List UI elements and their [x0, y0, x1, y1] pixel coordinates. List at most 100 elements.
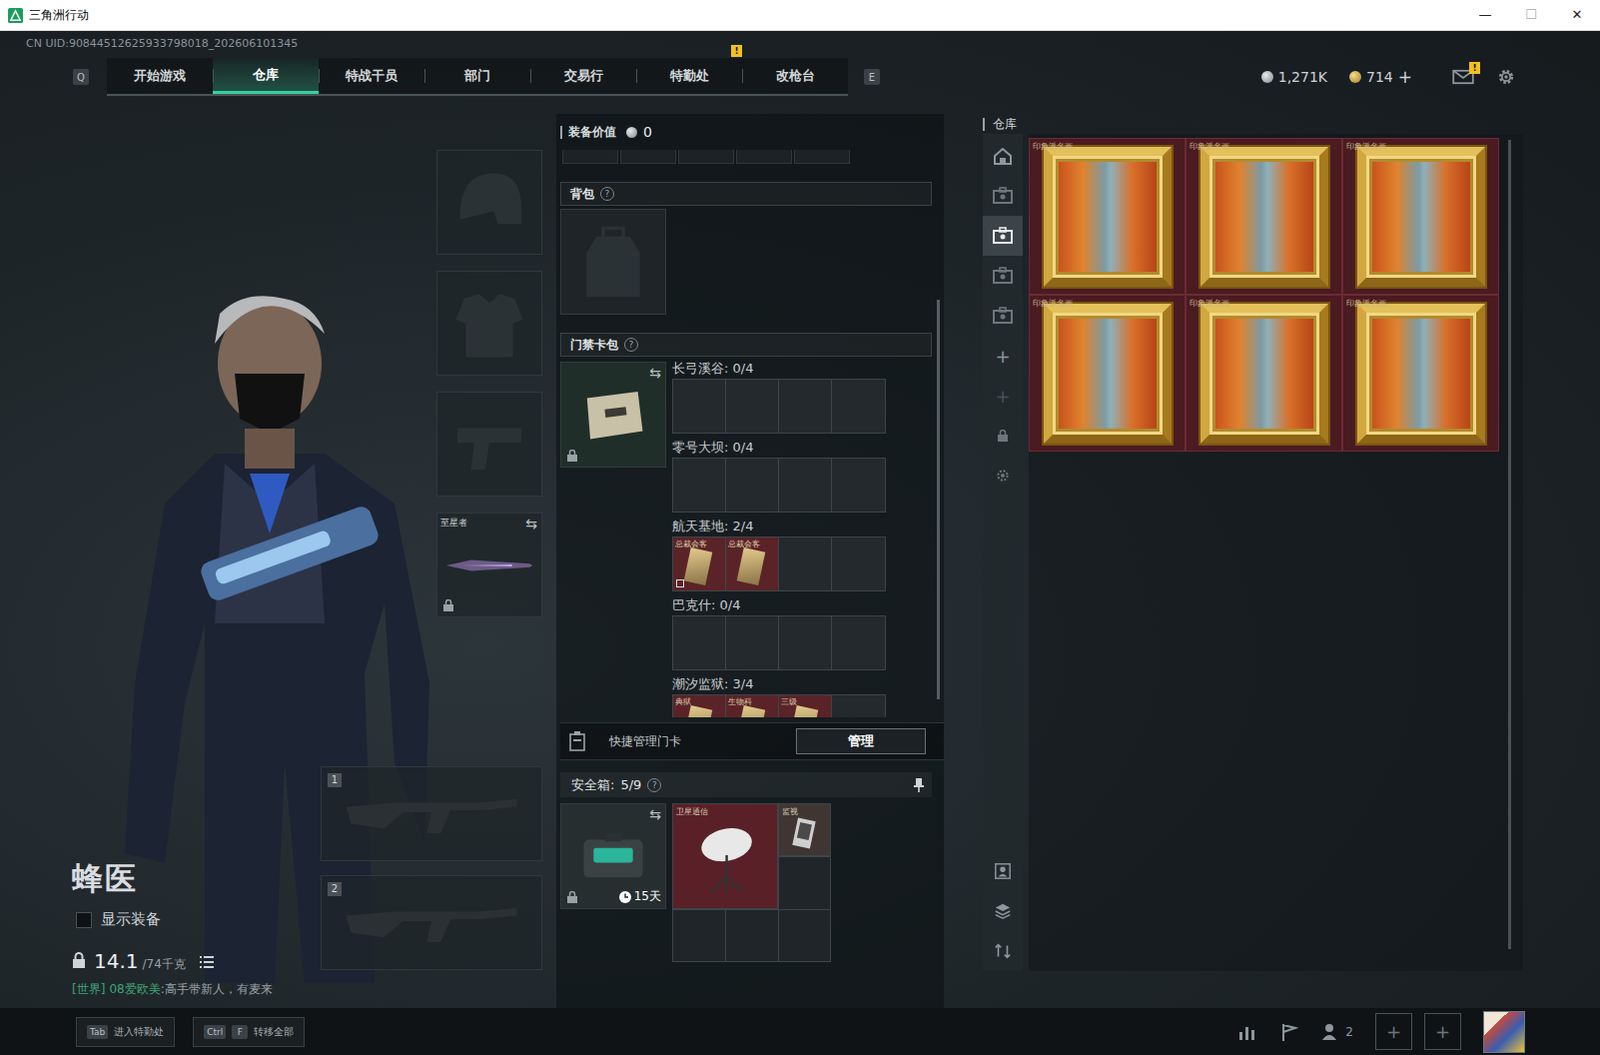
weapon-slots: 12 — [320, 766, 543, 970]
painting-image — [1372, 161, 1471, 272]
warehouse-tab[interactable] — [982, 175, 1023, 216]
sort-tab[interactable] — [982, 930, 1023, 971]
card-cell[interactable] — [726, 379, 780, 433]
equipment-slot[interactable] — [436, 149, 543, 255]
shortcut-hint-button[interactable]: CtrlF转移全部 — [192, 1016, 305, 1047]
rig-slot[interactable] — [736, 149, 793, 164]
card-cell[interactable] — [779, 616, 832, 670]
warehouse-item[interactable]: 印象派名画 — [1185, 137, 1343, 295]
manage-button[interactable]: 管理 — [796, 728, 926, 755]
player-avatar[interactable] — [1483, 1010, 1526, 1053]
warehouse-tab[interactable] — [982, 255, 1023, 296]
warehouse-item[interactable]: 印象派名画 — [1342, 137, 1500, 295]
team-invite-slot[interactable]: + — [1424, 1012, 1462, 1050]
friends-icon — [1321, 1021, 1342, 1042]
lock-tab[interactable] — [982, 415, 1023, 456]
scrollbar-thumb[interactable] — [936, 299, 940, 700]
safe-box-item[interactable]: 监视 — [778, 802, 831, 856]
armor-icon — [447, 281, 532, 366]
equipment-slot[interactable] — [436, 391, 543, 497]
next-tab-key[interactable]: E — [863, 68, 880, 85]
main-tab[interactable]: 特勤处! — [636, 57, 743, 94]
main-tab[interactable]: 特战干员 — [318, 57, 425, 94]
warehouse-item[interactable]: 印象派名画 — [1028, 294, 1186, 452]
operator-area: 蜂医显示装备14.1/74千克[世界]08爱欧美:高手带新人，有麦来至星者⇆12 — [0, 113, 557, 1008]
safe-box-item[interactable]: 卫星通信 — [672, 802, 779, 909]
show-equipment-toggle[interactable]: 显示装备 — [71, 909, 321, 929]
card-cell[interactable] — [831, 537, 885, 591]
swap-icon[interactable]: ⇆ — [649, 805, 662, 822]
friends-button[interactable]: 2 — [1321, 1021, 1354, 1042]
main-tab[interactable]: 部门 — [424, 57, 531, 94]
scrollbar-thumb[interactable] — [1508, 139, 1512, 949]
card-cell[interactable] — [673, 458, 727, 512]
warehouse-item[interactable]: 印象派名画 — [1342, 294, 1500, 452]
swap-icon[interactable]: ⇆ — [649, 364, 662, 381]
backpack-slot[interactable] — [560, 208, 667, 315]
card-cell[interactable]: 生物科 — [726, 695, 780, 718]
mail-button[interactable]: ! — [1452, 68, 1475, 85]
window-control-button[interactable]: — — [1462, 0, 1509, 30]
add-tab-button[interactable]: + — [982, 335, 1023, 376]
card-cell[interactable] — [779, 379, 832, 433]
safe-box-slot[interactable]: ⇆15天 — [560, 802, 667, 909]
weapon-slot[interactable]: 1 — [320, 766, 543, 861]
card-manage-icon — [569, 731, 586, 752]
card-cell[interactable] — [831, 379, 885, 433]
settings-gear-icon[interactable] — [1496, 66, 1517, 87]
help-mark[interactable]: ? — [647, 778, 662, 793]
rig-slot[interactable] — [620, 149, 677, 164]
warehouse-settings-tab[interactable] — [982, 455, 1023, 496]
card-cell[interactable] — [831, 616, 885, 670]
sort-icon — [993, 941, 1012, 960]
rig-slot[interactable] — [678, 149, 735, 164]
swap-icon[interactable]: ⇆ — [525, 515, 538, 532]
main-tab[interactable]: 开始游戏 — [106, 57, 213, 94]
card-cell[interactable] — [831, 458, 885, 512]
flag-icon[interactable] — [1279, 1021, 1300, 1042]
scrollbar[interactable] — [1503, 137, 1516, 971]
warehouse-tab[interactable] — [982, 215, 1023, 256]
window-control-button[interactable]: ☐ — [1508, 0, 1555, 30]
main-tab[interactable]: 仓库 — [212, 57, 319, 94]
card-cell[interactable]: 三级 — [779, 695, 832, 718]
help-mark[interactable]: ? — [600, 186, 615, 201]
equipment-slot[interactable]: 至星者⇆ — [436, 512, 543, 618]
main-tab[interactable]: 交易行 — [530, 57, 637, 94]
help-mark[interactable]: ? — [624, 337, 639, 352]
card-pack-slot[interactable]: ⇆ — [560, 361, 667, 468]
warehouse-item[interactable]: 印象派名画 — [1028, 137, 1186, 295]
rig-slot[interactable] — [562, 149, 619, 164]
currency-add-button[interactable]: + — [1398, 66, 1413, 87]
card-cell[interactable] — [779, 458, 832, 512]
card-cell[interactable] — [726, 458, 780, 512]
weapon-slot[interactable]: 2 — [320, 874, 543, 970]
window-control-button[interactable]: ✕ — [1554, 0, 1600, 30]
card-cell[interactable]: 总裁会客 — [673, 537, 727, 591]
card-cell[interactable] — [831, 695, 885, 718]
warehouse-item[interactable]: 印象派名画 — [1185, 294, 1343, 452]
stack-tab[interactable] — [982, 890, 1023, 931]
card-cell[interactable] — [726, 616, 780, 670]
card-cell[interactable] — [673, 379, 727, 433]
operator-storage-tab[interactable] — [982, 850, 1023, 891]
rig-slot[interactable] — [794, 149, 850, 164]
card-cell[interactable] — [779, 537, 832, 591]
show-equipment-checkbox[interactable] — [75, 911, 92, 928]
team-invite-slot[interactable]: + — [1375, 1012, 1413, 1050]
main-tab[interactable]: 改枪台 — [742, 57, 848, 94]
pin-icon[interactable] — [913, 778, 924, 793]
scrollbar[interactable] — [931, 149, 944, 718]
add-tab-button[interactable]: + — [982, 375, 1023, 416]
card-cell[interactable]: 总裁会客 — [726, 537, 780, 591]
card-cell[interactable]: 典狱 — [673, 695, 727, 718]
shortcut-hint-button[interactable]: Tab进入特勤处 — [75, 1016, 175, 1047]
equipment-slot[interactable] — [436, 270, 543, 376]
chat-line[interactable]: [世界]08爱欧美:高手带新人，有麦来 — [71, 980, 321, 998]
list-icon[interactable] — [199, 955, 214, 968]
stats-icon[interactable] — [1237, 1021, 1258, 1042]
card-cell[interactable] — [673, 616, 727, 670]
prev-tab-key[interactable]: Q — [72, 68, 89, 85]
warehouse-tab[interactable] — [982, 295, 1023, 336]
warehouse-tab[interactable] — [982, 135, 1023, 176]
